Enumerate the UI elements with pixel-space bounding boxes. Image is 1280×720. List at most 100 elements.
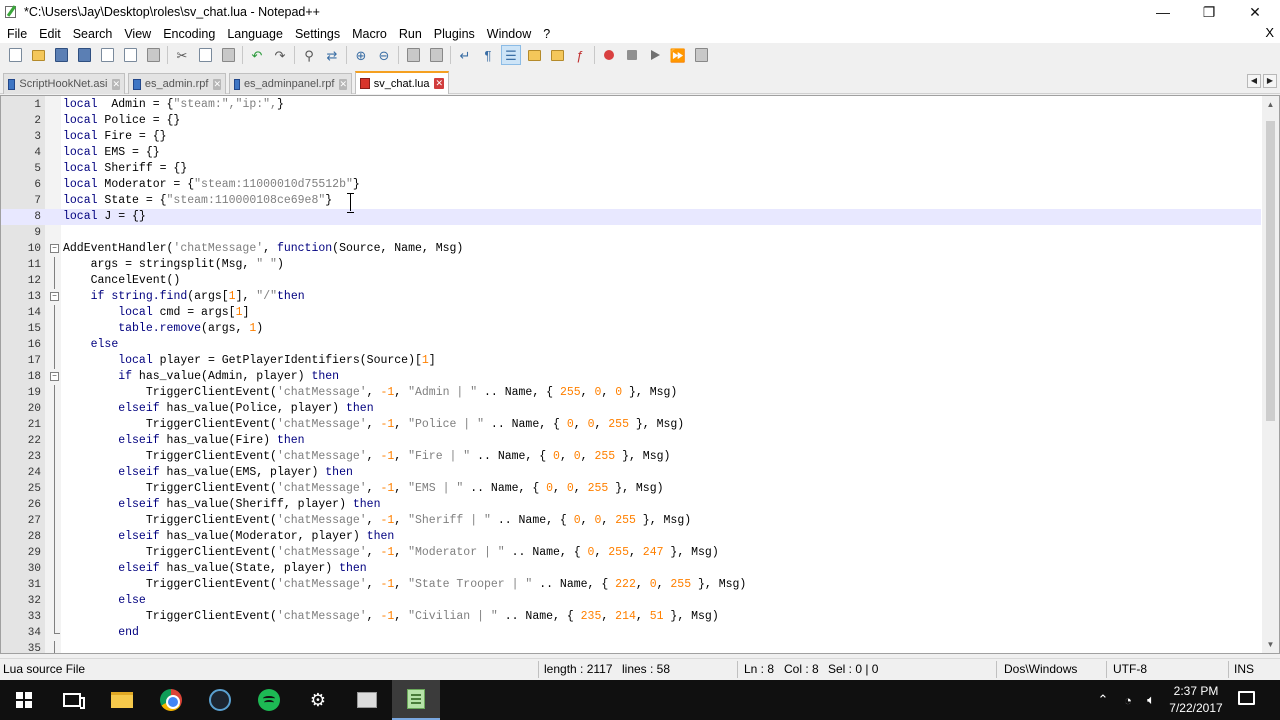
tray-volume-button[interactable]: 🔈︎ [1140,680,1162,720]
action-center-icon[interactable] [1238,691,1255,705]
code-line[interactable]: 10− AddEventHandler('chatMessage', functi… [1,241,1261,257]
word-wrap-button[interactable]: ↵ [455,45,475,65]
taskbar-file-explorer[interactable] [98,680,146,720]
menu-view[interactable]: View [117,27,156,41]
tab-close-icon[interactable]: ✕ [112,78,120,90]
zoom-out-button[interactable]: ⊖ [374,45,394,65]
taskbar-cards-app[interactable] [343,680,391,720]
redo-button[interactable]: ↷ [270,45,290,65]
tab-scroll-right-button[interactable]: ▶ [1263,74,1277,88]
tab-es-admin[interactable]: es_admin.rpf ✕ [128,73,226,94]
code-line[interactable]: 21 TriggerClientEvent('chatMessage', -1,… [1,417,1261,433]
code-line[interactable]: 14 local cmd = args[1] [1,305,1261,321]
save-all-button[interactable] [74,45,94,65]
tab-scroll-left-button[interactable]: ◀ [1247,74,1261,88]
start-button[interactable] [0,680,48,720]
code-line[interactable]: 11 args = stringsplit(Msg, " ") [1,257,1261,273]
code-line[interactable]: 29 TriggerClientEvent('chatMessage', -1,… [1,545,1261,561]
menu-edit[interactable]: Edit [32,27,66,41]
code-line[interactable]: 6 local Moderator = {"steam:11000010d7551… [1,177,1261,193]
sync-horizontal-button[interactable] [426,45,446,65]
task-view-button[interactable] [48,680,96,720]
open-file-button[interactable] [28,45,48,65]
print-button[interactable] [143,45,163,65]
close-file-button[interactable] [97,45,117,65]
menu-macro[interactable]: Macro [345,27,392,41]
tray-overflow-button[interactable]: ⌃ [1092,680,1114,720]
vertical-scrollbar[interactable]: ▲ ▼ [1262,96,1279,653]
show-all-chars-button[interactable]: ¶ [478,45,498,65]
code-line[interactable]: 2 local Police = {} [1,113,1261,129]
close-all-button[interactable] [120,45,140,65]
scrollbar-thumb[interactable] [1266,121,1275,421]
play-macro-button[interactable] [645,45,665,65]
code-line[interactable]: 12 CancelEvent() [1,273,1261,289]
menu-plugins[interactable]: Plugins [427,27,480,41]
tab-scripthooknet[interactable]: ScriptHookNet.asi ✕ [3,73,125,94]
copy-button[interactable] [195,45,215,65]
function-list-button[interactable]: ƒ [570,45,590,65]
find-button[interactable]: ⚲ [299,45,319,65]
code-line[interactable]: 9 [1,225,1261,241]
code-editor[interactable]: 1 local Admin = {"steam:","ip:",} 2 local P… [0,95,1280,654]
code-line[interactable]: 25 TriggerClientEvent('chatMessage', -1,… [1,481,1261,497]
code-line[interactable]: 30 elseif has_value(State, player) then [1,561,1261,577]
zoom-in-button[interactable]: ⊕ [351,45,371,65]
code-line[interactable]: 33 TriggerClientEvent('chatMessage', -1,… [1,609,1261,625]
menu-window[interactable]: Window [480,27,536,41]
tab-close-icon[interactable]: ✕ [339,78,347,90]
menu-language[interactable]: Language [220,27,288,41]
code-line[interactable]: 27 TriggerClientEvent('chatMessage', -1,… [1,513,1261,529]
code-line[interactable]: 3 local Fire = {} [1,129,1261,145]
scroll-up-button[interactable]: ▲ [1262,96,1279,113]
taskbar-steam[interactable]: ⚙ [294,680,342,720]
sync-vertical-button[interactable] [403,45,423,65]
code-line[interactable]: 20 elseif has_value(Police, player) then [1,401,1261,417]
cut-button[interactable]: ✂ [172,45,192,65]
menu-search[interactable]: Search [66,27,118,41]
menu-settings[interactable]: Settings [288,27,345,41]
replace-button[interactable]: ⇄ [322,45,342,65]
tab-close-icon[interactable]: ✕ [434,78,444,89]
record-macro-button[interactable] [599,45,619,65]
code-line[interactable]: 31 TriggerClientEvent('chatMessage', -1,… [1,577,1261,593]
code-line[interactable]: 35 [1,641,1261,653]
doc-map-button[interactable] [547,45,567,65]
restore-button[interactable]: ❐ [1186,0,1232,24]
code-line[interactable]: 34 end [1,625,1261,641]
tab-close-icon[interactable]: ✕ [213,78,221,90]
stop-macro-button[interactable] [622,45,642,65]
close-window-button[interactable]: ✕ [1232,0,1278,24]
save-macro-button[interactable] [691,45,711,65]
code-line[interactable]: 1 local Admin = {"steam:","ip:",} [1,97,1261,113]
tab-sv-chat[interactable]: sv_chat.lua ✕ [355,71,449,94]
menu-file[interactable]: File [0,27,32,41]
code-line[interactable]: 28 elseif has_value(Moderator, player) t… [1,529,1261,545]
tab-es-adminpanel[interactable]: es_adminpanel.rpf ✕ [229,73,352,94]
paste-button[interactable] [218,45,238,65]
code-line[interactable]: 15 table.remove(args, 1) [1,321,1261,337]
code-line[interactable]: 18− if has_value(Admin, player) then [1,369,1261,385]
code-line[interactable]: 24 elseif has_value(EMS, player) then [1,465,1261,481]
taskbar-clock[interactable]: 2:37 PM 7/22/2017 [1166,683,1226,717]
minimize-button[interactable]: — [1140,0,1186,24]
language-define-button[interactable] [524,45,544,65]
undo-button[interactable]: ↶ [247,45,267,65]
code-line[interactable]: 8 local J = {} [1,209,1261,225]
taskbar-chrome[interactable] [147,680,195,720]
code-line[interactable]: 22 elseif has_value(Fire) then [1,433,1261,449]
code-line[interactable]: 16 else [1,337,1261,353]
code-line[interactable]: 32 else [1,593,1261,609]
code-line[interactable]: 23 TriggerClientEvent('chatMessage', -1,… [1,449,1261,465]
code-line[interactable]: 13− if string.find(args[1], "/"then [1,289,1261,305]
fold-toggle-icon[interactable]: − [50,372,59,381]
fold-toggle-icon[interactable]: − [50,292,59,301]
code-line[interactable]: 4 local EMS = {} [1,145,1261,161]
run-macro-multiple-button[interactable]: ⏩ [668,45,688,65]
menu-help[interactable]: ? [536,27,555,41]
code-line[interactable]: 5 local Sheriff = {} [1,161,1261,177]
menu-encoding[interactable]: Encoding [156,27,220,41]
close-document-button[interactable]: X [1265,25,1274,40]
menu-run[interactable]: Run [392,27,427,41]
code-line[interactable]: 17 local player = GetPlayerIdentifiers(S… [1,353,1261,369]
